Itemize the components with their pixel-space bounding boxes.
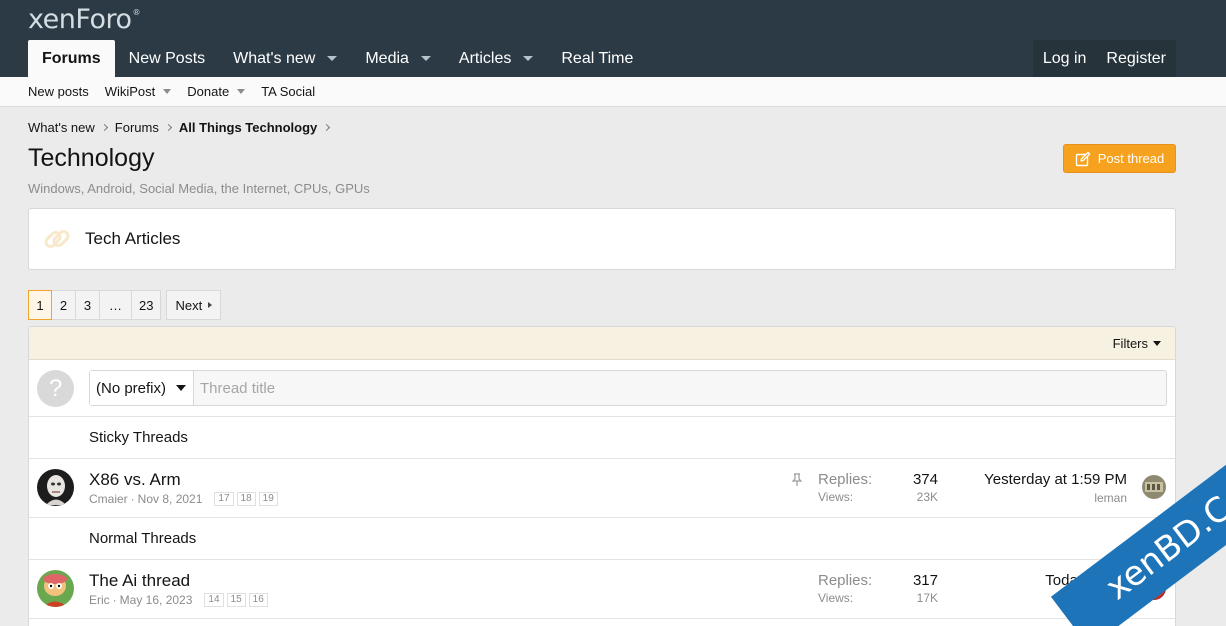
chevron-down-icon xyxy=(176,385,187,391)
caret-right-icon xyxy=(208,302,213,308)
page-2[interactable]: 2 xyxy=(52,290,76,320)
thread-stats: Replies: 374 Views: 23K xyxy=(818,471,938,504)
quick-thread-form: (No prefix) xyxy=(89,370,1167,406)
breadcrumb-forums[interactable]: Forums xyxy=(115,120,159,135)
thread-row[interactable]: The Ai thread Eric · May 16, 2023 14 15 … xyxy=(29,560,1175,619)
site-logo[interactable]: xenForo® xyxy=(28,4,140,35)
thread-page-link[interactable]: 17 xyxy=(214,492,234,506)
page-description: Windows, Android, Social Media, the Inte… xyxy=(28,181,370,196)
chevron-down-icon[interactable] xyxy=(523,56,534,61)
last-post-user[interactable]: 3 xyxy=(1045,592,1127,606)
tech-articles-title[interactable]: Tech Articles xyxy=(85,229,180,249)
nav-forums[interactable]: Forums xyxy=(28,40,115,77)
default-avatar: ? xyxy=(37,370,74,407)
login-link[interactable]: Log in xyxy=(1033,40,1097,77)
chevron-right-icon xyxy=(323,123,331,132)
chevron-down-icon xyxy=(1153,340,1161,346)
thread-title[interactable]: X86 vs. Arm xyxy=(89,470,181,490)
thread-date[interactable]: May 16, 2023 xyxy=(120,593,193,607)
tech-articles-box[interactable]: Tech Articles xyxy=(28,208,1176,270)
views-count: 17K xyxy=(916,591,938,605)
subnav-ta-social[interactable]: TA Social xyxy=(261,84,315,99)
nav-real-time[interactable]: Real Time xyxy=(547,40,647,77)
nav-articles[interactable]: Articles xyxy=(445,40,547,77)
thread-title-input[interactable] xyxy=(194,371,1166,405)
normal-threads-header: Normal Threads xyxy=(29,518,1175,560)
page-ellipsis[interactable]: … xyxy=(100,290,132,320)
last-post: Yesterday at 1:59 PM leman xyxy=(984,471,1127,505)
subnav-wikipost[interactable]: WikiPost xyxy=(105,84,172,99)
page-23[interactable]: 23 xyxy=(132,290,162,320)
pagination: 1 2 3 … 23 Next xyxy=(28,290,222,320)
main-nav: Forums New Posts What's new Media Articl… xyxy=(28,40,647,77)
thread-page-link[interactable]: 16 xyxy=(248,593,268,607)
thread-author[interactable]: Eric xyxy=(89,593,110,607)
site-header: xenForo® Forums New Posts What's new Med… xyxy=(0,0,1226,77)
breadcrumb: What's new Forums All Things Technology xyxy=(28,120,337,135)
nav-media[interactable]: Media xyxy=(351,40,445,77)
chevron-down-icon[interactable] xyxy=(237,89,246,94)
views-count: 23K xyxy=(916,490,938,504)
breadcrumb-whats-new[interactable]: What's new xyxy=(28,120,95,135)
page-3[interactable]: 3 xyxy=(76,290,100,320)
post-thread-button[interactable]: Post thread xyxy=(1063,144,1176,173)
link-icon xyxy=(39,221,75,257)
replies-count: 374 xyxy=(912,471,938,488)
avatar[interactable] xyxy=(37,570,74,607)
chevron-down-icon[interactable] xyxy=(327,56,338,61)
sticky-threads-header: Sticky Threads xyxy=(29,417,1175,459)
thread-page-link[interactable]: 19 xyxy=(258,492,278,506)
last-post-user[interactable]: leman xyxy=(984,491,1127,505)
thread-page-link[interactable]: 14 xyxy=(204,593,224,607)
thread-date[interactable]: Nov 8, 2021 xyxy=(138,492,203,506)
post-thread-label: Post thread xyxy=(1097,151,1165,166)
page-1[interactable]: 1 xyxy=(28,290,52,320)
prefix-select[interactable]: (No prefix) xyxy=(90,371,194,405)
thread-page-link[interactable]: 18 xyxy=(236,492,256,506)
last-post-time[interactable]: Yesterday at 1:59 PM xyxy=(984,471,1127,488)
replies-count: 317 xyxy=(912,572,938,589)
pin-icon xyxy=(791,473,803,486)
last-post: Today at 7:2 3 xyxy=(1045,572,1127,606)
filters-button[interactable]: Filters xyxy=(1113,336,1161,351)
thread-list: Filters ? (No prefix) Sticky Threads X86… xyxy=(28,326,1176,626)
register-link[interactable]: Register xyxy=(1096,40,1176,77)
thread-page-jump: 14 15 16 xyxy=(204,593,268,607)
last-post-time[interactable]: Today at 7:2 xyxy=(1045,572,1127,589)
next-page-button[interactable]: Next xyxy=(166,290,222,320)
quick-thread-row: ? (No prefix) xyxy=(29,360,1175,417)
chevron-right-icon xyxy=(164,123,172,132)
thread-meta: Eric · May 16, 2023 14 15 16 xyxy=(89,593,268,607)
subnav-new-posts[interactable]: New posts xyxy=(28,84,89,99)
avatar[interactable] xyxy=(37,469,74,506)
subnav-donate[interactable]: Donate xyxy=(187,84,246,99)
breadcrumb-all-things-technology[interactable]: All Things Technology xyxy=(179,120,317,135)
chevron-down-icon[interactable] xyxy=(420,56,431,61)
nav-whats-new[interactable]: What's new xyxy=(219,40,351,77)
thread-meta: Cmaier · Nov 8, 2021 17 18 19 xyxy=(89,492,278,506)
thread-page-jump: 17 18 19 xyxy=(214,492,278,506)
thread-title[interactable]: The Ai thread xyxy=(89,571,190,591)
nav-new-posts[interactable]: New Posts xyxy=(115,40,219,77)
chevron-down-icon[interactable] xyxy=(163,89,172,94)
thread-row[interactable]: X86 vs. Arm Cmaier · Nov 8, 2021 17 18 1… xyxy=(29,459,1175,518)
sub-nav: New posts WikiPost Donate TA Social xyxy=(0,77,1226,107)
filter-bar: Filters xyxy=(29,327,1175,360)
chevron-right-icon xyxy=(100,123,108,132)
page-title: Technology xyxy=(28,144,155,172)
last-poster-avatar[interactable] xyxy=(1142,475,1166,499)
thread-author[interactable]: Cmaier xyxy=(89,492,128,506)
account-nav: Log in Register xyxy=(1032,40,1176,77)
last-poster-avatar[interactable]: D xyxy=(1142,576,1166,600)
thread-page-link[interactable]: 15 xyxy=(226,593,246,607)
edit-icon xyxy=(1075,151,1091,166)
thread-stats: Replies: 317 Views: 17K xyxy=(818,572,938,605)
